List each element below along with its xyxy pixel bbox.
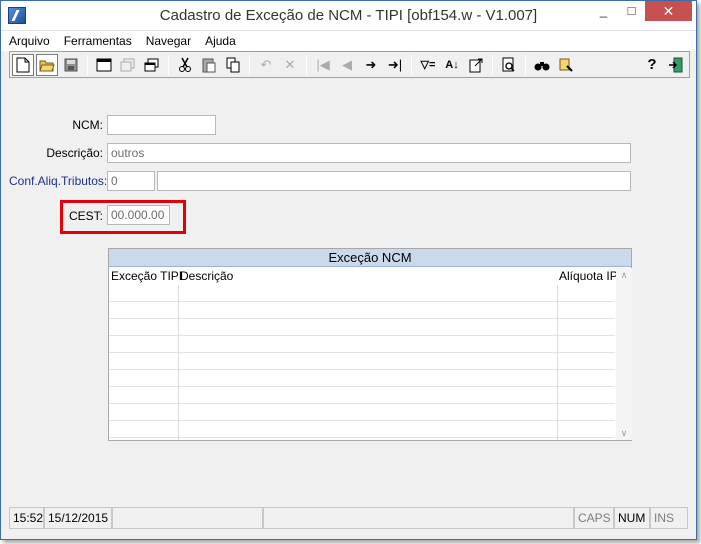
toolbar-separator [306,54,307,75]
table-row[interactable] [109,336,615,353]
ncm-label: NCM: [72,118,103,132]
next-record-icon[interactable]: ➜ [360,54,382,76]
application-window: Cadastro de Exceção de NCM - TIPI [obf15… [0,0,697,540]
toolbar: ↶ ✕ |◀ ◀ ➜ ➜| ▽= A↓ ? [9,51,690,78]
copy-icon[interactable] [222,54,244,76]
ncm-input[interactable] [107,115,216,135]
table-row[interactable] [109,285,615,302]
help-icon[interactable]: ? [641,54,663,76]
toolbar-separator [87,54,88,75]
table-row[interactable] [109,387,615,404]
status-time: 15:52 [9,507,44,529]
grid-title: Exceção NCM [109,249,631,267]
status-panel [112,507,263,529]
toolbar-separator [411,54,412,75]
toolbar-separator [525,54,526,75]
table-row[interactable] [109,404,615,421]
excecao-ncm-grid[interactable]: Exceção NCM Exceção TIPI Descrição Alíqu… [108,248,632,441]
status-num: NUM [614,507,650,529]
grid-scrollbar[interactable]: ∧ ∨ [616,268,632,440]
last-record-icon[interactable]: ➜| [384,54,406,76]
previous-record-icon[interactable]: ◀ [336,54,358,76]
menu-ferramentas[interactable]: Ferramentas [64,34,132,48]
delete-icon[interactable]: ✕ [279,54,301,76]
menu-navegar[interactable]: Navegar [146,34,191,48]
cut-icon[interactable] [174,54,196,76]
save-icon[interactable] [60,54,82,76]
window-icon[interactable] [93,54,115,76]
column-header-descricao[interactable]: Descrição [180,268,233,284]
status-caps: CAPS [574,507,614,529]
filter-icon[interactable]: ▽= [417,54,439,76]
undo-icon[interactable]: ↶ [255,54,277,76]
export-icon[interactable] [465,54,487,76]
column-divider [178,285,179,440]
column-header-aliquota-ipi[interactable]: Alíquota IPI [559,268,621,284]
menu-bar: Arquivo Ferramentas Navegar Ajuda [1,31,696,51]
table-row[interactable] [109,353,615,370]
title-bar[interactable]: Cadastro de Exceção de NCM - TIPI [obf15… [1,1,696,31]
conf-aliq-tributos-input[interactable]: 0 [107,171,155,191]
first-record-icon[interactable]: |◀ [312,54,334,76]
status-bar: 15:52 15/12/2015 CAPS NUM INS [9,507,690,529]
search-icon[interactable] [531,54,553,76]
copy-window-icon[interactable] [117,54,139,76]
maximize-button[interactable]: □ [618,1,645,21]
scroll-up-icon[interactable]: ∧ [616,268,632,282]
sort-icon[interactable]: A↓ [441,54,463,76]
table-row[interactable] [109,421,615,438]
grid-rows [109,285,615,440]
descricao-input[interactable]: outros [107,143,631,163]
menu-ajuda[interactable]: Ajuda [205,34,236,48]
cest-label: CEST: [68,209,103,223]
exit-icon[interactable] [665,54,687,76]
print-preview-icon[interactable] [498,54,520,76]
status-date: 15/12/2015 [44,507,112,529]
status-message [263,507,574,529]
column-header-excecao-tipi[interactable]: Exceção TIPI [111,268,182,284]
column-divider [557,285,558,440]
new-document-icon[interactable] [12,53,34,76]
paste-icon[interactable] [198,54,220,76]
scroll-down-icon[interactable]: ∨ [616,426,632,440]
descricao-label: Descrição: [46,146,103,160]
table-row[interactable] [109,302,615,319]
minimize-button[interactable]: _ [590,1,617,21]
table-row[interactable] [109,319,615,336]
tools-icon[interactable] [555,54,577,76]
table-row[interactable] [109,370,615,387]
toolbar-separator [168,54,169,75]
toolbar-separator [492,54,493,75]
conf-aliq-tributos-link[interactable]: Conf.Aliq.Tributos: [9,174,107,188]
menu-arquivo[interactable]: Arquivo [9,34,50,48]
conf-aliq-tributos-description [157,171,631,191]
cest-input[interactable]: 00.000.00 [107,205,170,225]
toolbar-separator [249,54,250,75]
close-button[interactable]: ✕ [645,1,692,21]
duplicate-icon[interactable] [141,54,163,76]
open-folder-icon[interactable] [36,53,58,76]
status-ins: INS [650,507,688,529]
